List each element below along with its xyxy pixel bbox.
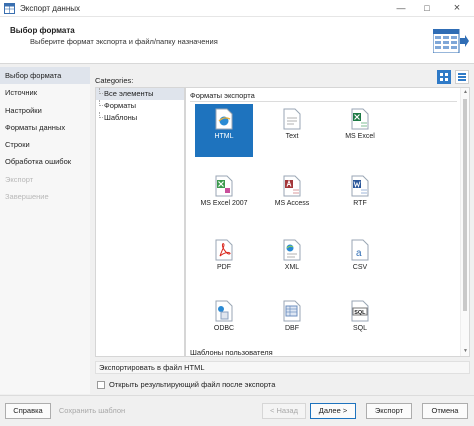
export-button[interactable]: Экспорт	[366, 403, 412, 419]
csv-file-icon: a	[351, 239, 369, 261]
open-after-export-label: Открыть результирующий файл после экспор…	[109, 380, 276, 389]
view-switcher	[435, 70, 469, 84]
format-tile-xml[interactable]: XML	[263, 235, 321, 288]
templates-group-caption: Шаблоны пользователя	[190, 348, 273, 357]
format-tile-rtf[interactable]: RTF	[331, 171, 389, 224]
tree-item-label: Форматы	[104, 101, 137, 110]
list-view-icon[interactable]	[455, 70, 469, 84]
format-tile-csv[interactable]: a CSV	[331, 235, 389, 288]
minimize-icon[interactable]: —	[390, 1, 412, 15]
tree-line	[99, 88, 103, 94]
step-export: Экспорт	[5, 174, 34, 184]
table-export-icon	[433, 29, 469, 53]
categories-label: Categories:	[95, 76, 134, 85]
close-icon[interactable]: ×	[446, 1, 468, 15]
rtf-file-icon	[351, 175, 369, 197]
categories-tree: Все элементы Форматы Шаблоны	[95, 87, 185, 357]
excel-2007-file-icon	[215, 175, 233, 197]
format-tile-dbf[interactable]: DBF	[263, 296, 321, 349]
step-error-handling[interactable]: Обработка ошибок	[0, 153, 90, 170]
format-label: ODBC	[213, 325, 235, 332]
dbf-file-icon	[283, 300, 301, 322]
open-after-export-option[interactable]: Открыть результирующий файл после экспор…	[95, 379, 275, 391]
step-data-formats[interactable]: Форматы данных	[0, 119, 90, 136]
large-icons-view-icon[interactable]	[436, 70, 451, 84]
pdf-file-icon	[215, 239, 233, 261]
scroll-up-icon[interactable]: ▲	[461, 88, 469, 97]
help-button[interactable]: Справка	[5, 403, 51, 419]
format-tile-text[interactable]: Text	[263, 104, 321, 157]
format-tile-excel-2007[interactable]: MS Excel 2007	[195, 171, 253, 224]
format-tile-pdf[interactable]: PDF	[195, 235, 253, 288]
wizard-footer: Справка Сохранить шаблон < Назад Далее >…	[0, 395, 474, 426]
wizard-header: Выбор формата Выберите формат экспорта и…	[0, 17, 474, 64]
window-title: Экспорт данных	[20, 4, 80, 13]
format-label: MS Excel	[345, 133, 375, 140]
scroll-thumb[interactable]	[463, 99, 467, 311]
open-after-export-checkbox[interactable]	[97, 381, 105, 389]
odbc-file-icon	[215, 300, 233, 322]
formats-group-caption: Форматы экспорта	[190, 91, 255, 100]
format-tile-sql[interactable]: SQL SQL	[331, 296, 389, 349]
format-label: SQL	[352, 325, 367, 332]
cancel-button[interactable]: Отмена	[422, 403, 468, 419]
step-settings[interactable]: Настройки	[0, 102, 90, 119]
maximize-icon[interactable]: □	[416, 1, 438, 15]
scroll-down-icon[interactable]: ▼	[461, 347, 469, 356]
html-file-icon	[215, 108, 233, 130]
format-tile-html[interactable]: HTML	[195, 104, 253, 157]
title-bar: Экспорт данных — □ ×	[0, 0, 474, 17]
tree-item-formats[interactable]: Форматы	[96, 100, 184, 112]
page-title: Выбор формата	[10, 26, 75, 35]
tree-item-all[interactable]: Все элементы	[96, 88, 184, 100]
excel-file-icon	[351, 108, 369, 130]
gallery-scrollbar[interactable]: ▲ ▼	[460, 88, 469, 356]
svg-text:a: a	[356, 248, 362, 259]
step-source[interactable]: Источник	[0, 84, 90, 101]
format-label: PDF	[217, 264, 231, 271]
format-tile-excel[interactable]: MS Excel	[331, 104, 389, 157]
xml-file-icon	[283, 239, 301, 261]
tree-line	[99, 112, 103, 118]
next-button[interactable]: Далее >	[310, 403, 356, 419]
tree-line	[99, 100, 103, 106]
back-button: < Назад	[262, 403, 306, 419]
step-rows[interactable]: Строки	[0, 136, 90, 153]
format-label: DBF	[285, 325, 299, 332]
format-tile-access[interactable]: MS Access	[263, 171, 321, 224]
format-label: RTF	[353, 200, 367, 207]
svg-text:SQL: SQL	[354, 310, 366, 316]
page-subtitle: Выберите формат экспорта и файл/папку на…	[30, 37, 218, 46]
format-description: Экспортировать в файл HTML	[95, 361, 470, 374]
format-label: XML	[284, 264, 300, 271]
format-label: MS Access	[274, 200, 310, 207]
wizard-steps-sidebar: Выбор формата Источник Настройки Форматы…	[0, 67, 90, 394]
tree-item-label: Все элементы	[104, 89, 154, 98]
save-template-button: Сохранить шаблон	[58, 406, 126, 415]
format-gallery: Форматы экспорта HTML Text MS Excel MS E…	[185, 87, 470, 357]
format-label: MS Excel 2007	[200, 200, 248, 207]
text-file-icon	[283, 108, 301, 130]
format-tile-odbc[interactable]: ODBC	[195, 296, 253, 349]
sql-file-icon: SQL	[351, 300, 369, 322]
step-finish: Завершение	[5, 192, 49, 202]
tree-item-templates[interactable]: Шаблоны	[96, 112, 184, 124]
format-label: HTML	[214, 133, 234, 140]
main-panel: Categories: Все элементы Форматы Шаблоны…	[91, 67, 474, 394]
tree-item-label: Шаблоны	[104, 113, 138, 122]
app-icon	[4, 3, 15, 14]
group-divider	[190, 101, 457, 102]
format-label: Text	[285, 133, 299, 140]
access-file-icon	[283, 175, 301, 197]
format-label: CSV	[352, 264, 368, 271]
step-format-selection[interactable]: Выбор формата	[0, 67, 90, 85]
